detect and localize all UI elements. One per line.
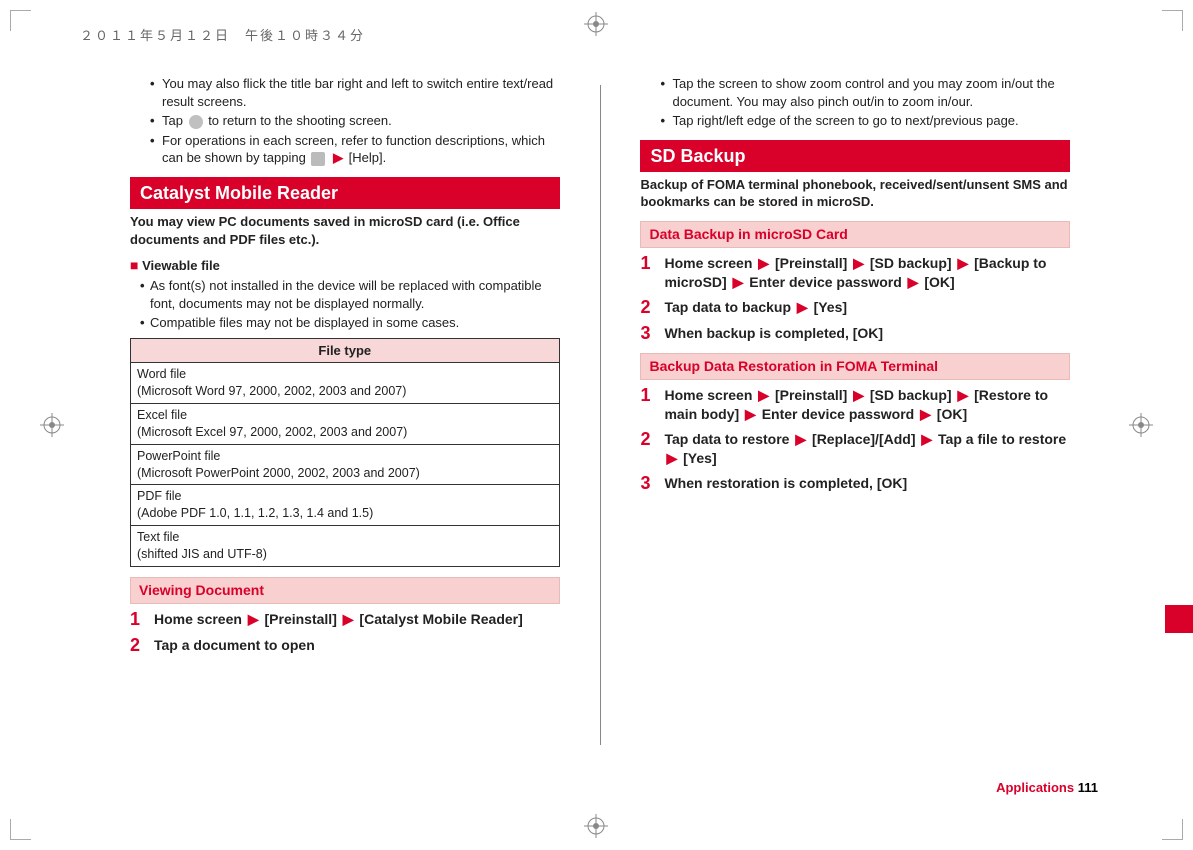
- step-body: Home screen ▶ [Preinstall] ▶ [SD backup]…: [664, 254, 1070, 292]
- table-row: Text file(shifted JIS and UTF-8): [131, 526, 560, 567]
- camera-return-icon: [189, 115, 203, 129]
- table-row: PowerPoint file(Microsoft PowerPoint 200…: [131, 444, 560, 485]
- table-row: Word file(Microsoft Word 97, 2000, 2002,…: [131, 363, 560, 404]
- registration-mark-left: [40, 413, 64, 437]
- menu-icon: [311, 152, 325, 166]
- section-intro: You may view PC documents saved in micro…: [130, 213, 560, 248]
- bullet-item: As font(s) not installed in the device w…: [140, 277, 560, 312]
- subsection-backup-restoration: Backup Data Restoration in FOMA Terminal: [640, 353, 1070, 380]
- bullet-item: Compatible files may not be displayed in…: [140, 314, 560, 332]
- bullet-item: For operations in each screen, refer to …: [162, 132, 560, 167]
- step-number: 3: [640, 474, 664, 494]
- table-row: PDF file(Adobe PDF 1.0, 1.1, 1.2, 1.3, 1…: [131, 485, 560, 526]
- crop-mark-br: [1162, 819, 1183, 840]
- step-body: Tap data to backup ▶ [Yes]: [664, 298, 847, 318]
- file-type-table: File type Word file(Microsoft Word 97, 2…: [130, 338, 560, 567]
- step-body: When backup is completed, [OK]: [664, 324, 883, 344]
- subsection-viewing-document: Viewing Document: [130, 577, 560, 604]
- left-column: You may also flick the title bar right a…: [130, 75, 560, 745]
- step-number: 1: [640, 386, 664, 424]
- step-number: 2: [640, 298, 664, 318]
- registration-mark-right: [1129, 413, 1153, 437]
- step-number: 2: [130, 636, 154, 656]
- crop-mark-tr: [1162, 10, 1183, 31]
- steps-viewing-document: 1Home screen ▶ [Preinstall] ▶ [Catalyst …: [130, 610, 560, 656]
- print-datetime: ２０１１年５月１２日 午後１０時３４分: [80, 25, 365, 44]
- step-body: Tap data to restore ▶ [Replace]/[Add] ▶ …: [664, 430, 1070, 468]
- bullet-item: Tap right/left edge of the screen to go …: [672, 112, 1070, 130]
- right-top-bullets: Tap the screen to show zoom control and …: [640, 75, 1070, 130]
- table-row: Excel file(Microsoft Excel 97, 2000, 200…: [131, 403, 560, 444]
- left-top-bullets: You may also flick the title bar right a…: [130, 75, 560, 167]
- side-tab-marker: [1165, 605, 1193, 633]
- registration-mark-bottom: [584, 814, 608, 838]
- step-number: 1: [640, 254, 664, 292]
- footer-category: Applications: [996, 780, 1074, 795]
- steps-data-backup: 1Home screen ▶ [Preinstall] ▶ [SD backup…: [640, 254, 1070, 343]
- section-intro: Backup of FOMA terminal phonebook, recei…: [640, 176, 1070, 211]
- step-body: When restoration is completed, [OK]: [664, 474, 907, 494]
- viewable-file-heading: ■ Viewable file: [130, 256, 560, 275]
- column-divider: [600, 85, 601, 745]
- bullet-item: Tap to return to the shooting screen.: [162, 112, 560, 130]
- registration-mark-top: [584, 12, 608, 36]
- bullet-item: Tap the screen to show zoom control and …: [672, 75, 1070, 110]
- steps-backup-restoration: 1Home screen ▶ [Preinstall] ▶ [SD backup…: [640, 386, 1070, 493]
- page-footer: Applications 111: [996, 780, 1098, 795]
- section-heading-catalyst: Catalyst Mobile Reader: [130, 177, 560, 209]
- table-header: File type: [131, 338, 560, 363]
- footer-page-number: 111: [1078, 780, 1098, 795]
- step-number: 3: [640, 324, 664, 344]
- crop-mark-tl: [10, 10, 31, 31]
- step-body: Home screen ▶ [Preinstall] ▶ [Catalyst M…: [154, 610, 523, 630]
- step-number: 1: [130, 610, 154, 630]
- page-content: You may also flick the title bar right a…: [130, 75, 1070, 745]
- section-heading-sd-backup: SD Backup: [640, 140, 1070, 172]
- subsection-data-backup: Data Backup in microSD Card: [640, 221, 1070, 248]
- step-body: Tap a document to open: [154, 636, 315, 656]
- step-number: 2: [640, 430, 664, 468]
- step-body: Home screen ▶ [Preinstall] ▶ [SD backup]…: [664, 386, 1070, 424]
- viewable-bullets: As font(s) not installed in the device w…: [130, 277, 560, 332]
- right-column: Tap the screen to show zoom control and …: [640, 75, 1070, 745]
- bullet-item: You may also flick the title bar right a…: [162, 75, 560, 110]
- crop-mark-bl: [10, 819, 31, 840]
